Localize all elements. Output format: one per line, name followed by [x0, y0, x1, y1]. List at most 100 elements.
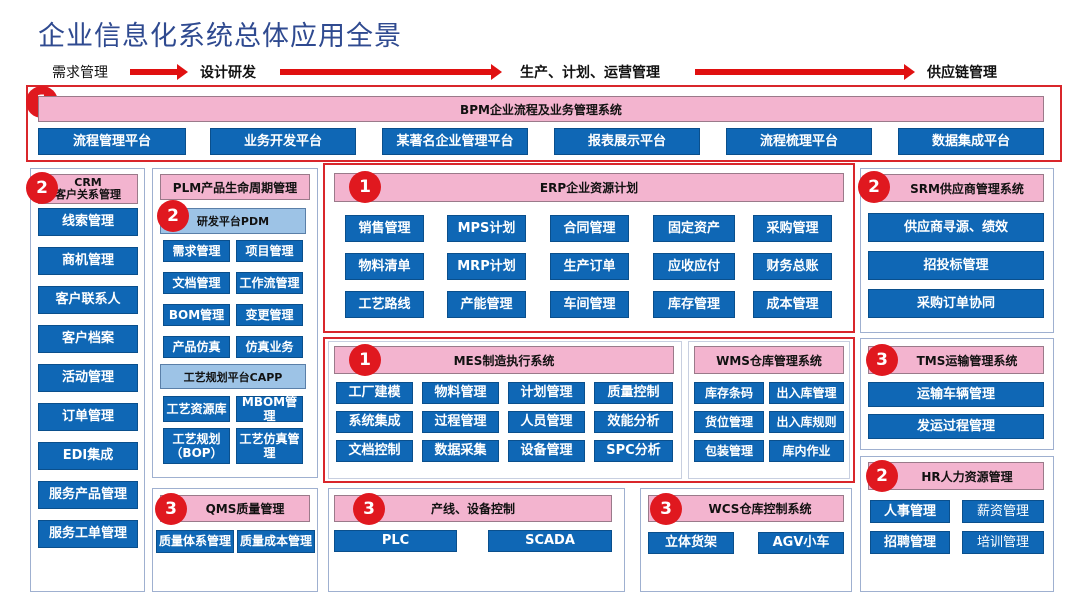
priority-badge: 2	[26, 172, 58, 204]
crm-item[interactable]: 客户档案	[38, 325, 138, 353]
plm-title: PLM产品生命周期管理	[160, 174, 310, 200]
flow-stage-design: 设计研发	[200, 65, 256, 81]
erp-item[interactable]: 合同管理	[550, 215, 629, 242]
pdm-item[interactable]: 项目管理	[236, 240, 303, 262]
bpm-item[interactable]: 某著名企业管理平台	[382, 128, 528, 155]
mes-item[interactable]: 计划管理	[508, 382, 585, 404]
pdm-item[interactable]: 需求管理	[163, 240, 230, 262]
erp-item[interactable]: 生产订单	[550, 253, 629, 280]
crm-item[interactable]: 商机管理	[38, 247, 138, 275]
pdm-item[interactable]: BOM管理	[163, 304, 230, 326]
mes-title: MES制造执行系统	[334, 346, 674, 374]
erp-item[interactable]: 产能管理	[447, 291, 526, 318]
mes-item[interactable]: 设备管理	[508, 440, 585, 462]
wms-item[interactable]: 出入库规则	[769, 411, 844, 433]
erp-item[interactable]: MPS计划	[447, 215, 526, 242]
bpm-title: BPM企业流程及业务管理系统	[38, 96, 1044, 122]
mes-item[interactable]: 效能分析	[594, 411, 673, 433]
pdm-item[interactable]: 变更管理	[236, 304, 303, 326]
pdm-item[interactable]: 产品仿真	[163, 336, 230, 358]
capp-item[interactable]: 工艺规划（BOP）	[163, 428, 230, 464]
mes-item[interactable]: 数据采集	[422, 440, 499, 462]
mes-item[interactable]: 人员管理	[508, 411, 585, 433]
erp-item[interactable]: 工艺路线	[345, 291, 424, 318]
crm-item[interactable]: 订单管理	[38, 403, 138, 431]
srm-title: SRM供应商管理系统	[868, 174, 1044, 202]
bpm-item[interactable]: 流程管理平台	[38, 128, 186, 155]
crm-item[interactable]: 服务产品管理	[38, 481, 138, 509]
pdm-item[interactable]: 文档管理	[163, 272, 230, 294]
crm-item[interactable]: 服务工单管理	[38, 520, 138, 548]
pdm-item[interactable]: 仿真业务	[236, 336, 303, 358]
srm-item[interactable]: 供应商寻源、绩效	[868, 213, 1044, 242]
wms-item[interactable]: 包装管理	[694, 440, 764, 462]
priority-badge: 2	[858, 171, 890, 203]
bpm-item[interactable]: 报表展示平台	[554, 128, 700, 155]
crm-item[interactable]: EDI集成	[38, 442, 138, 470]
priority-badge: 1	[349, 171, 381, 203]
erp-item[interactable]: 物料清单	[345, 253, 424, 280]
line-control-item[interactable]: PLC	[334, 530, 457, 552]
erp-title: ERP企业资源计划	[334, 173, 844, 202]
priority-badge: 3	[155, 493, 187, 525]
priority-badge: 3	[650, 493, 682, 525]
wms-item[interactable]: 库内作业	[769, 440, 844, 462]
mes-item[interactable]: 过程管理	[422, 411, 499, 433]
tms-item[interactable]: 发运过程管理	[868, 414, 1044, 439]
flow-stage-supply-chain: 供应链管理	[927, 65, 997, 81]
crm-item[interactable]: 活动管理	[38, 364, 138, 392]
erp-item[interactable]: 成本管理	[753, 291, 832, 318]
wcs-item[interactable]: 立体货架	[648, 532, 734, 554]
mes-item[interactable]: 系统集成	[336, 411, 413, 433]
erp-item[interactable]: 车间管理	[550, 291, 629, 318]
priority-badge: 2	[866, 460, 898, 492]
crm-item[interactable]: 线索管理	[38, 208, 138, 236]
pdm-item[interactable]: 工作流管理	[236, 272, 303, 294]
hr-item[interactable]: 培训管理	[962, 531, 1044, 554]
erp-item[interactable]: 应收应付	[653, 253, 735, 280]
flow-stage-demand: 需求管理	[52, 65, 108, 81]
wms-title: WMS仓库管理系统	[694, 346, 844, 374]
erp-item[interactable]: 财务总账	[753, 253, 832, 280]
erp-item[interactable]: 库存管理	[653, 291, 735, 318]
page-title: 企业信息化系统总体应用全景	[38, 21, 402, 52]
wms-item[interactable]: 出入库管理	[769, 382, 844, 404]
mes-item[interactable]: 质量控制	[594, 382, 673, 404]
flow-arrow	[280, 64, 502, 80]
crm-title-line2: 客户关系管理	[55, 188, 121, 201]
erp-item[interactable]: 固定资产	[653, 215, 735, 242]
qms-item[interactable]: 质量体系管理	[156, 530, 234, 553]
wms-item[interactable]: 货位管理	[694, 411, 764, 433]
flow-arrow	[695, 64, 915, 80]
srm-item[interactable]: 采购订单协同	[868, 289, 1044, 318]
flow-arrow	[130, 64, 188, 80]
capp-item[interactable]: 工艺资源库	[163, 396, 230, 422]
tms-item[interactable]: 运输车辆管理	[868, 382, 1044, 407]
capp-item[interactable]: 工艺仿真管理	[236, 428, 303, 464]
capp-item[interactable]: MBOM管理	[236, 395, 303, 423]
hr-item[interactable]: 招聘管理	[870, 531, 950, 554]
wcs-item[interactable]: AGV小车	[758, 532, 844, 554]
mes-item[interactable]: 文档控制	[336, 440, 413, 462]
mes-item[interactable]: 物料管理	[422, 382, 499, 404]
line-control-item[interactable]: SCADA	[488, 530, 612, 552]
erp-item[interactable]: 采购管理	[753, 215, 832, 242]
mes-item[interactable]: SPC分析	[594, 440, 673, 462]
hr-item[interactable]: 人事管理	[870, 500, 950, 523]
erp-item[interactable]: MRP计划	[447, 253, 526, 280]
priority-badge: 1	[349, 344, 381, 376]
priority-badge: 3	[353, 493, 385, 525]
erp-item[interactable]: 销售管理	[345, 215, 424, 242]
bpm-item[interactable]: 业务开发平台	[210, 128, 356, 155]
qms-item[interactable]: 质量成本管理	[237, 530, 315, 553]
capp-title: 工艺规划平台CAPP	[160, 364, 306, 389]
priority-badge: 3	[866, 344, 898, 376]
hr-item[interactable]: 薪资管理	[962, 500, 1044, 523]
priority-badge: 2	[157, 200, 189, 232]
wms-item[interactable]: 库存条码	[694, 382, 764, 404]
bpm-item[interactable]: 数据集成平台	[898, 128, 1044, 155]
crm-item[interactable]: 客户联系人	[38, 286, 138, 314]
bpm-item[interactable]: 流程梳理平台	[726, 128, 872, 155]
mes-item[interactable]: 工厂建模	[336, 382, 413, 404]
srm-item[interactable]: 招投标管理	[868, 251, 1044, 280]
